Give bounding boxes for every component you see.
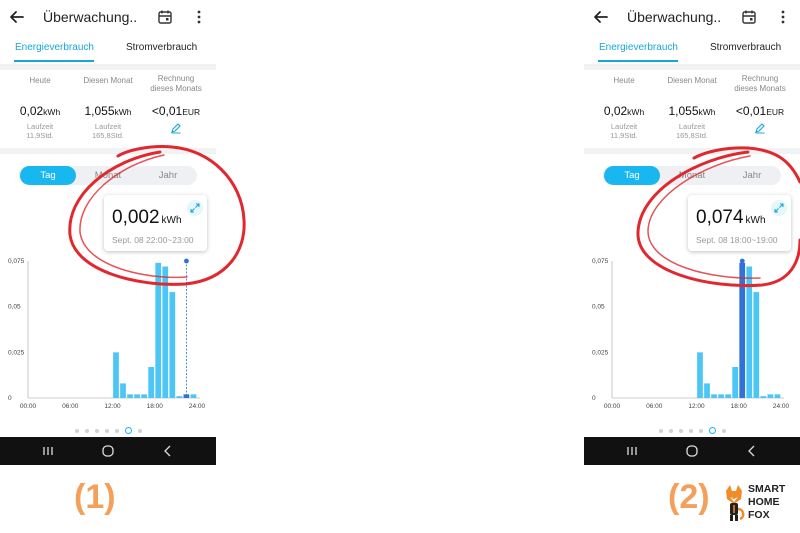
highlight-ring-1 [68,145,246,286]
caption-1: (1) [74,478,116,516]
caption-2: (2) [668,478,710,516]
highlight-ring-2 [636,146,800,288]
brand-wordmark: SMART HOME FOX [748,483,786,521]
comparison-image: Überwachung... Energieverbrauch Stromver… [0,0,800,533]
smart-home-fox-logo: SMART HOME FOX [722,483,800,525]
highlight-rings [68,145,800,288]
fox-mascot-icon [726,485,745,521]
